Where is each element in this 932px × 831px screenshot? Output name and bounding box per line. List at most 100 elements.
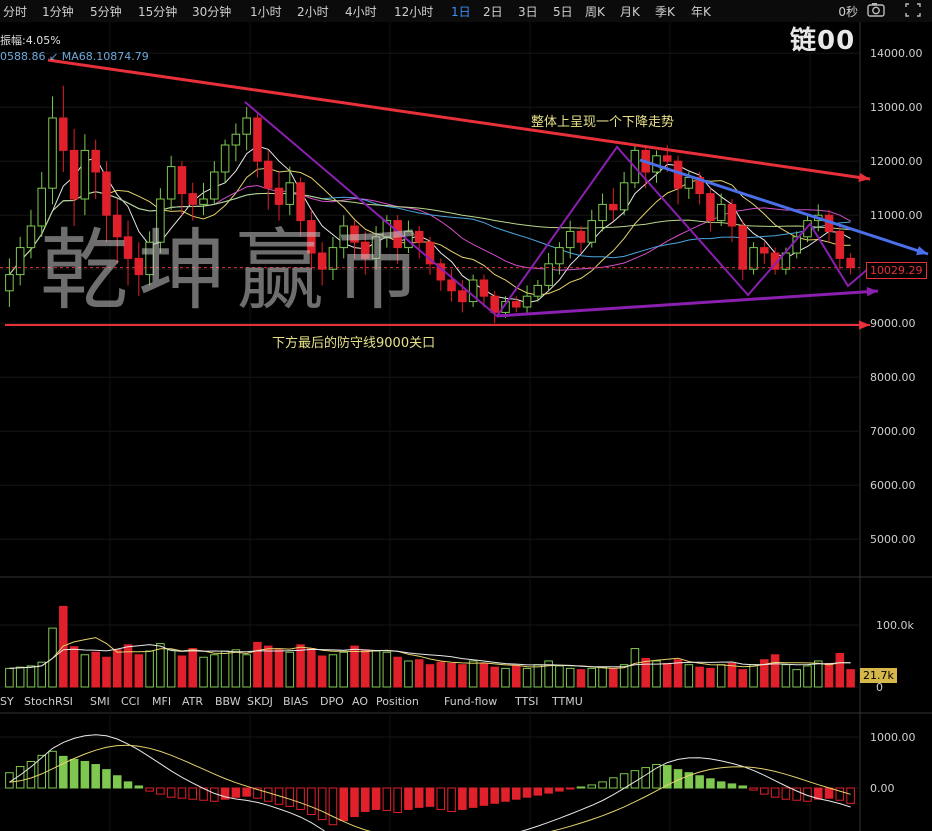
timeframe-tab-4[interactable]: 30分钟 (192, 3, 231, 20)
volume-bar (468, 660, 478, 688)
candle-body (145, 241, 154, 276)
timeframe-tab-12[interactable]: 5日 (553, 3, 573, 20)
candle-body (220, 144, 230, 173)
candle-body (91, 149, 100, 173)
indicator-tab-bias[interactable]: BIAS (283, 695, 308, 708)
macd-hist-bar (738, 785, 748, 789)
candle-body (48, 117, 57, 189)
volume-bar (102, 656, 111, 688)
indicator-tab-mfi[interactable]: MFI (152, 695, 171, 708)
macd-hist-bar (760, 787, 769, 795)
indicator-tab-cci[interactable]: CCI (121, 695, 140, 708)
indicator-tab-ttmu[interactable]: TTMU (552, 695, 583, 708)
candle-body (490, 295, 499, 313)
camera-icon[interactable] (866, 1, 886, 19)
macd-hist-bar (296, 787, 305, 810)
timeframe-tab-2[interactable]: 5分钟 (90, 3, 122, 20)
indicator-tab-stochrsi[interactable]: StochRSI (24, 695, 73, 708)
timeframe-tab-13[interactable]: 周K (585, 3, 605, 20)
macd-hist-bar (26, 760, 36, 789)
volume-bar (673, 659, 683, 688)
timeframe-tab-1[interactable]: 1分钟 (42, 3, 74, 20)
candle-body (522, 295, 532, 308)
volume-bar (5, 667, 14, 688)
timeframe-tab-3[interactable]: 15分钟 (138, 3, 177, 20)
volume-bar (479, 662, 489, 688)
macd-hist-bar (641, 767, 650, 789)
indicator-tab-ttsi[interactable]: TTSI (515, 695, 538, 708)
candle-body (760, 247, 769, 254)
timeframe-tab-16[interactable]: 年K (691, 3, 711, 20)
candle-body (296, 182, 305, 222)
macd-hist-bar (512, 787, 521, 800)
volume-bar (317, 655, 327, 688)
volume-bar (533, 664, 543, 688)
volume-bar (371, 650, 381, 688)
macd-hist-bar (479, 787, 489, 806)
volume-bar (15, 666, 25, 688)
macd-hist-bar (404, 787, 413, 810)
macd-hist-bar (317, 787, 327, 821)
volume-bar (813, 660, 823, 688)
indicator-tab-dpo[interactable]: DPO (320, 695, 344, 708)
candle-body (15, 247, 25, 276)
price-tick-label: 6000.00 (870, 479, 916, 492)
indicator-tab-fund-flow[interactable]: Fund-flow (444, 695, 497, 708)
timeframe-tab-9[interactable]: 1日 (451, 3, 471, 20)
candle-body (738, 225, 748, 270)
candle-body (156, 198, 165, 243)
indicator-tab-bbw[interactable]: BBW (215, 695, 241, 708)
volume-bar (576, 669, 586, 688)
indicator-tab-ao[interactable]: AO (352, 695, 368, 708)
candle-body (619, 182, 629, 211)
volume-bar (662, 662, 672, 688)
candle-body (479, 279, 489, 297)
macd-hist-bar (501, 787, 510, 802)
macd-tick-label: 0.00 (870, 782, 895, 795)
timeframe-tab-11[interactable]: 3日 (518, 3, 538, 20)
volume-bar (684, 664, 694, 688)
candle-body (317, 252, 327, 270)
timeframe-tab-0[interactable]: 分时 (3, 3, 27, 20)
macd-hist-bar (112, 775, 122, 789)
volume-bar (436, 661, 446, 688)
timeframe-tab-5[interactable]: 1小时 (250, 3, 282, 20)
volume-bar (716, 664, 726, 688)
timeframe-tab-7[interactable]: 4小时 (345, 3, 377, 20)
indicator-tab-skdj[interactable]: SKDJ (247, 695, 273, 708)
macd-hist-bar (328, 787, 338, 826)
annotation-support-9000: 下方最后的防守线9000关口 (272, 336, 436, 351)
expand-icon[interactable] (903, 1, 923, 19)
indicator-tab-smi[interactable]: SMI (90, 695, 110, 708)
macd-hist-bar (307, 787, 316, 816)
amplitude-readout: 振幅:4.05% (0, 34, 61, 47)
macd-hist-bar (716, 781, 726, 789)
macd-hist-bar (350, 787, 359, 818)
indicator-tab-sy[interactable]: SY (0, 695, 14, 708)
volume-bar (609, 667, 618, 688)
macd-hist-bar (59, 755, 68, 789)
macd-hist-bar (177, 787, 187, 799)
timeframe-tab-6[interactable]: 2小时 (297, 3, 329, 20)
macd-hist-bar (339, 787, 348, 822)
volume-bar (555, 665, 564, 688)
indicator-tab-atr[interactable]: ATR (182, 695, 203, 708)
timeframe-tab-10[interactable]: 2日 (483, 3, 503, 20)
price-tick-label: 8000.00 (870, 371, 916, 384)
timeframe-tab-8[interactable]: 12小时 (394, 3, 433, 20)
chart-canvas[interactable]: 14000.0013000.0012000.0011000.0010000.00… (0, 22, 932, 831)
volume-bar (177, 655, 187, 688)
macd-hist-bar (706, 778, 715, 789)
candle-body (749, 247, 758, 270)
candle-body (177, 166, 187, 195)
timeframe-tab-14[interactable]: 月K (620, 3, 640, 20)
volume-bar (738, 669, 748, 688)
macd-hist-bar (69, 758, 79, 789)
price-tick-label: 7000.00 (870, 425, 916, 438)
indicator-tab-position[interactable]: Position (376, 695, 419, 708)
macd-hist-bar (781, 787, 791, 800)
candle-body (80, 149, 90, 200)
candle-body (253, 117, 262, 162)
timeframe-tab-15[interactable]: 季K (655, 3, 675, 20)
macd-hist-bar (231, 787, 241, 798)
